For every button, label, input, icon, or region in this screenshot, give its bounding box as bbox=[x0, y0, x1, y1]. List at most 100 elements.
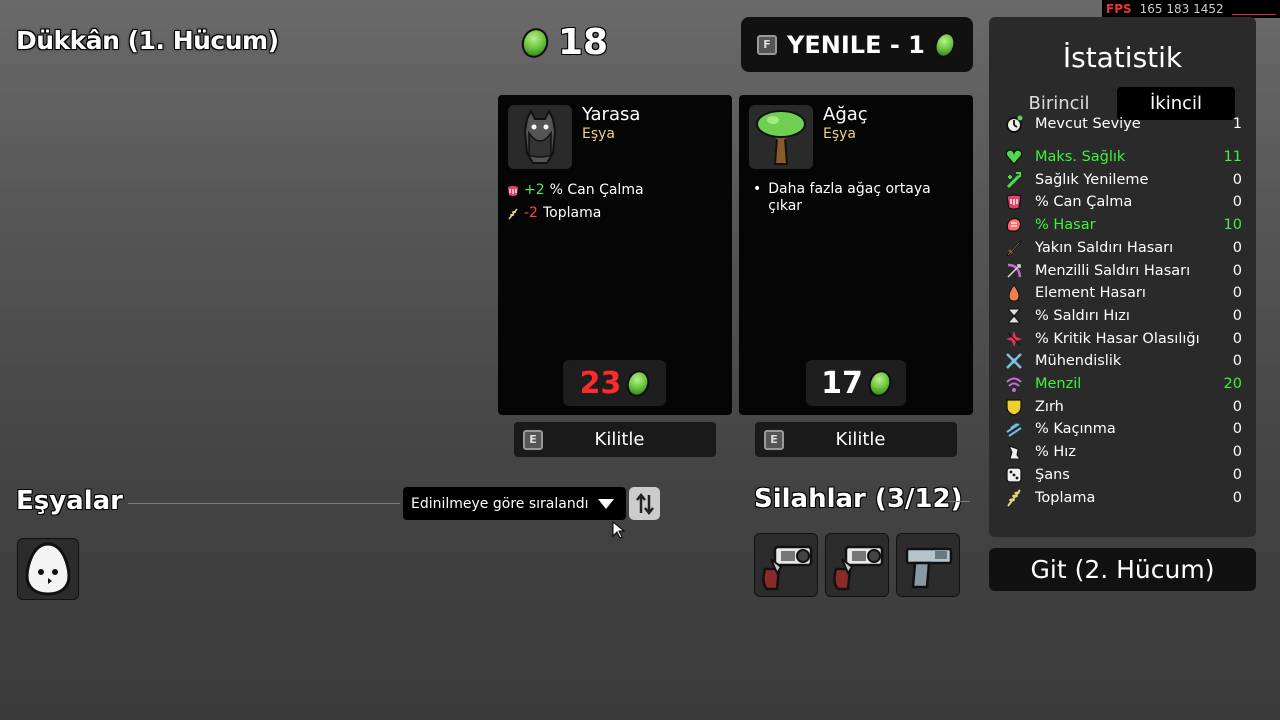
chevron-down-icon bbox=[598, 499, 614, 509]
lifesteal-icon bbox=[508, 185, 518, 196]
dice-icon bbox=[1003, 465, 1025, 485]
stat-value: 0 bbox=[1232, 171, 1242, 188]
revolver-icon bbox=[762, 545, 813, 591]
stat-row[interactable]: Şans 0 bbox=[1003, 464, 1242, 486]
lock-button-agac[interactable]: E Kilitle bbox=[755, 422, 957, 457]
ranged-icon bbox=[1003, 261, 1025, 281]
price-value: 23 bbox=[579, 365, 622, 401]
bullet-icon: • bbox=[753, 181, 762, 197]
stat-row[interactable]: Menzil 20 bbox=[1003, 373, 1242, 395]
stat-name: Menzil bbox=[1035, 376, 1082, 392]
stat-row[interactable]: Mühendislik 0 bbox=[1003, 350, 1242, 372]
weapons-divider bbox=[948, 501, 970, 502]
card-price: 23 bbox=[563, 360, 666, 406]
mouse-cursor-icon bbox=[612, 520, 626, 543]
card-name: Yarasa bbox=[582, 104, 641, 125]
stat-name: % Can Çalma bbox=[1035, 194, 1133, 211]
swap-arrows-icon bbox=[635, 492, 654, 515]
weapon-slot-1[interactable] bbox=[754, 533, 818, 597]
stat-name: % Hasar bbox=[1035, 217, 1096, 234]
stat-row[interactable]: % Kritik Hasar Olasılığı 0 bbox=[1003, 328, 1242, 350]
shop-card-agac[interactable]: Ağaç Eşya • Daha fazla ağaç ortaya çıkar… bbox=[739, 95, 973, 415]
fps-values: 165 183 1452 bbox=[1139, 2, 1224, 16]
fps-counter: FPS 165 183 1452 bbox=[1102, 0, 1280, 18]
stat-row[interactable]: % Kaçınma 0 bbox=[1003, 418, 1242, 440]
level-icon bbox=[1003, 114, 1025, 134]
stat-row[interactable]: Element Hasarı 0 bbox=[1003, 282, 1242, 304]
card-type: Eşya bbox=[582, 126, 616, 142]
sort-order-button[interactable] bbox=[629, 487, 660, 520]
stat-name: % Hız bbox=[1035, 444, 1076, 461]
melee-icon bbox=[1003, 238, 1025, 258]
effect-text: % Can Çalma bbox=[549, 182, 644, 198]
stat-value: 11 bbox=[1223, 149, 1242, 165]
sort-dropdown[interactable]: Edinilmeye göre sıralandı bbox=[403, 487, 626, 520]
stat-value: 0 bbox=[1232, 489, 1242, 506]
stat-row[interactable]: % Hız 0 bbox=[1003, 441, 1242, 463]
stat-value: 0 bbox=[1232, 262, 1242, 279]
material-icon bbox=[931, 28, 959, 61]
harvesting-icon bbox=[508, 208, 518, 219]
stat-row[interactable]: Yakın Saldırı Hasarı 0 bbox=[1003, 237, 1242, 259]
weapon-slot-2[interactable] bbox=[825, 533, 889, 597]
card-name: Ağaç bbox=[823, 104, 868, 125]
stat-value: 0 bbox=[1232, 194, 1242, 211]
range-icon bbox=[1003, 374, 1025, 394]
desc-line-1: Daha fazla ağaç ortaya bbox=[768, 181, 931, 197]
items-divider bbox=[128, 503, 400, 504]
regen-icon bbox=[1003, 170, 1025, 190]
stat-row[interactable]: Zırh 0 bbox=[1003, 396, 1242, 418]
stat-row[interactable]: Maks. Sağlık 11 bbox=[1003, 146, 1242, 168]
reroll-button[interactable]: F YENILE - 1 bbox=[741, 17, 973, 72]
stat-name: % Saldırı Hızı bbox=[1035, 307, 1130, 324]
card-price: 17 bbox=[806, 360, 906, 406]
lock-label: Kilitle bbox=[835, 429, 886, 450]
armor-icon bbox=[1003, 397, 1025, 417]
engineering-icon bbox=[1003, 351, 1025, 371]
harvesting-icon bbox=[1003, 488, 1025, 508]
stat-name: Toplama bbox=[1035, 489, 1096, 506]
weapon-slot-3[interactable] bbox=[896, 533, 960, 597]
sort-label: Edinilmeye göre sıralandı bbox=[411, 495, 589, 512]
stat-value: 0 bbox=[1232, 307, 1242, 324]
stat-row[interactable]: % Saldırı Hızı 0 bbox=[1003, 305, 1242, 327]
stat-name: % Kritik Hasar Olasılığı bbox=[1035, 330, 1200, 347]
stat-row[interactable]: Menzilli Saldırı Hasarı 0 bbox=[1003, 260, 1242, 282]
lock-button-yarasa[interactable]: E Kilitle bbox=[514, 422, 716, 457]
stat-value: 0 bbox=[1232, 285, 1242, 302]
effect-harvesting: -2 Toplama bbox=[507, 202, 644, 225]
stat-name: Menzilli Saldırı Hasarı bbox=[1035, 262, 1191, 279]
items-section-title: Eşyalar bbox=[16, 486, 124, 516]
reroll-key-hint: F bbox=[757, 34, 777, 55]
stat-value: 20 bbox=[1223, 376, 1242, 392]
stat-value: 0 bbox=[1232, 466, 1242, 483]
stat-value: 0 bbox=[1232, 330, 1242, 347]
item-slot-egg[interactable] bbox=[17, 538, 79, 600]
stat-row[interactable]: % Hasar 10 bbox=[1003, 214, 1242, 236]
card-effects: +2 % Can Çalma -2 Toplama bbox=[507, 179, 644, 225]
stat-name: Element Hasarı bbox=[1035, 285, 1146, 302]
pistol-icon bbox=[905, 547, 953, 589]
stat-row[interactable]: % Can Çalma 0 bbox=[1003, 191, 1242, 213]
stat-name: Maks. Sağlık bbox=[1035, 149, 1126, 165]
stat-value: 10 bbox=[1223, 217, 1242, 234]
bat-icon bbox=[508, 105, 572, 169]
revolver-icon bbox=[833, 545, 884, 591]
stats-panel: İstatistik Birincil İkincil Mevcut Seviy… bbox=[989, 17, 1256, 537]
go-next-wave-button[interactable]: Git (2. Hücum) bbox=[989, 548, 1256, 591]
egg-item-icon bbox=[25, 542, 71, 596]
shop-card-yarasa[interactable]: Yarasa Eşya +2 % Can Çalma -2 Toplama 23 bbox=[498, 95, 732, 415]
damage-icon bbox=[1003, 215, 1025, 235]
stat-row-level: Mevcut Seviye 1 bbox=[1003, 113, 1242, 135]
card-description: • Daha fazla ağaç ortaya çıkar bbox=[753, 181, 931, 215]
effect-value: +2 bbox=[524, 182, 545, 198]
stat-name: Sağlık Yenileme bbox=[1035, 171, 1149, 188]
material-icon bbox=[517, 23, 553, 62]
stat-row[interactable]: Sağlık Yenileme 0 bbox=[1003, 169, 1242, 191]
crit-icon bbox=[1003, 329, 1025, 349]
materials-counter: 18 bbox=[517, 22, 608, 63]
shop-title: Dükkân (1. Hücum) bbox=[16, 26, 279, 55]
dodge-icon bbox=[1003, 419, 1025, 439]
speed-icon bbox=[1003, 442, 1025, 462]
stat-row[interactable]: Toplama 0 bbox=[1003, 487, 1242, 509]
